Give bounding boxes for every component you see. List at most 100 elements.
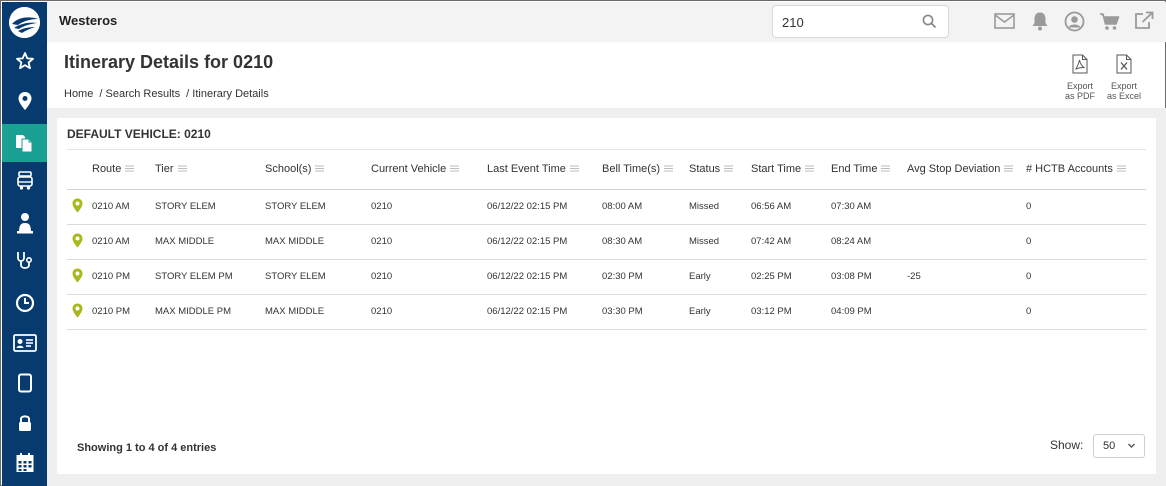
page-size-select[interactable]: 50 (1093, 434, 1145, 458)
table-cell: Early (689, 259, 751, 295)
search-icon[interactable] (922, 14, 937, 34)
route-marker-cell (67, 259, 92, 295)
sort-icon[interactable] (664, 163, 674, 175)
breadcrumb-home[interactable]: Home (64, 88, 93, 100)
top-bar: Westeros (47, 2, 1166, 42)
table-cell: 07:30 AM (831, 189, 907, 225)
sidebar-item-history[interactable] (2, 284, 47, 322)
table-cell: STORY ELEM (265, 189, 371, 225)
route-marker-cell (67, 189, 92, 225)
table-cell: 0 (1026, 259, 1146, 295)
table-row[interactable]: 0210 AM MAX MIDDLE MAX MIDDLE 0210 06/12/22 … (67, 224, 1146, 260)
entries-info: Showing 1 to 4 of 4 entries (77, 442, 217, 454)
export-pdf-label-line1: Export (1066, 81, 1093, 91)
table-cell: 0210 PM (92, 294, 155, 330)
bell-icon[interactable] (1031, 11, 1049, 36)
column-header-label: School(s) (265, 163, 312, 176)
column-header[interactable]: School(s) (265, 150, 371, 190)
table-cell: 0 (1026, 189, 1146, 225)
map-pin-icon[interactable] (72, 303, 83, 321)
search-box[interactable] (772, 5, 949, 38)
calendar-icon (16, 453, 33, 472)
column-header[interactable]: Bell Time(s) (602, 150, 689, 190)
sidebar-item-id-cards[interactable] (2, 324, 47, 362)
table-cell: 08:24 AM (831, 224, 907, 260)
sort-icon[interactable] (1116, 163, 1126, 175)
table-body: 0210 AM STORY ELEM STORY ELEM 0210 06/12/22 … (67, 189, 1146, 330)
sort-icon[interactable] (450, 163, 460, 175)
sidebar-item-calendar[interactable] (2, 444, 47, 482)
excel-file-icon (1116, 54, 1132, 74)
column-header[interactable]: Last Event Time (487, 150, 602, 190)
table-row[interactable]: 0210 PM MAX MIDDLE PM MAX MIDDLE 0210 06/12/… (67, 294, 1146, 330)
table-cell: 0 (1026, 224, 1146, 260)
vehicle-card: DEFAULT VEHICLE: 0210 Route Tier School(… (57, 118, 1156, 474)
clock-icon (15, 293, 34, 313)
sort-icon[interactable] (724, 163, 734, 175)
column-header[interactable]: # HCTB Accounts (1026, 150, 1146, 190)
page-size-value: 50 (1103, 440, 1116, 452)
sidebar-item-students[interactable] (2, 204, 47, 242)
sidebar (2, 2, 47, 486)
column-header[interactable]: Current Vehicle (371, 150, 487, 190)
mail-icon[interactable] (994, 13, 1015, 34)
table-row[interactable]: 0210 PM STORY ELEM PM STORY ELEM 0210 06/12/… (67, 259, 1146, 295)
user-circle-icon[interactable] (1064, 11, 1085, 37)
export-pdf-label-line2: as PDF (1064, 91, 1095, 101)
lock-icon (18, 415, 31, 431)
sidebar-item-health[interactable] (2, 242, 47, 280)
table-cell: 0 (1026, 294, 1146, 330)
sort-icon[interactable] (805, 163, 815, 175)
table-cell: 02:25 PM (751, 259, 831, 295)
id-card-icon (12, 334, 37, 352)
column-header[interactable]: Tier (155, 150, 265, 190)
column-header[interactable]: Status (689, 150, 751, 190)
breadcrumb-search-results[interactable]: / Search Results (99, 88, 180, 100)
sidebar-item-favorites[interactable] (2, 42, 47, 80)
column-header-label: Start Time (751, 163, 802, 176)
sidebar-item-devices[interactable] (2, 364, 47, 402)
column-header[interactable]: Avg Stop Deviation (907, 150, 1026, 190)
documents-icon (15, 135, 32, 153)
column-header[interactable]: End Time (831, 150, 907, 190)
table-cell: MAX MIDDLE (265, 294, 371, 330)
search-input[interactable] (782, 13, 912, 31)
breadcrumb-current: / Itinerary Details (186, 88, 269, 100)
export-excel-button[interactable]: Export as Excel (1104, 54, 1144, 101)
sort-icon[interactable] (569, 163, 579, 175)
column-header-label: Route (92, 163, 122, 176)
column-header-label: Current Vehicle (371, 163, 447, 176)
map-pin-icon[interactable] (72, 268, 83, 286)
table-row[interactable]: 0210 AM STORY ELEM STORY ELEM 0210 06/12/22 … (67, 189, 1146, 225)
sidebar-item-bus[interactable] (2, 162, 47, 200)
table-cell: 03:12 PM (751, 294, 831, 330)
sort-icon[interactable] (177, 163, 187, 175)
table-cell: 08:30 AM (602, 224, 689, 260)
table-cell: 06/12/22 02:15 PM (487, 224, 602, 260)
sort-icon[interactable] (881, 163, 891, 175)
tablet-icon (17, 373, 32, 393)
sort-icon[interactable] (125, 163, 135, 175)
column-header-label: # HCTB Accounts (1026, 163, 1113, 176)
column-header[interactable]: Route (92, 150, 155, 190)
sidebar-item-documents[interactable] (2, 124, 47, 162)
export-pdf-button[interactable]: Export as PDF (1060, 54, 1100, 101)
cart-icon[interactable] (1099, 12, 1120, 36)
sort-icon[interactable] (315, 163, 325, 175)
sidebar-item-security[interactable] (2, 404, 47, 442)
table-cell: 04:09 PM (831, 294, 907, 330)
app-logo-icon[interactable] (9, 7, 40, 38)
table-cell: 0210 (371, 224, 487, 260)
map-pin-icon (18, 92, 31, 110)
table-cell (907, 224, 1026, 260)
map-pin-icon[interactable] (72, 198, 83, 216)
map-pin-icon[interactable] (72, 233, 83, 251)
table-cell: STORY ELEM (265, 259, 371, 295)
table-cell: 06:56 AM (751, 189, 831, 225)
table-cell: 0210 PM (92, 259, 155, 295)
external-link-icon[interactable] (1134, 11, 1154, 35)
column-header[interactable]: Start Time (751, 150, 831, 190)
sidebar-item-locations[interactable] (2, 82, 47, 120)
table-cell: MAX MIDDLE (155, 224, 265, 260)
sort-icon[interactable] (1004, 163, 1014, 175)
